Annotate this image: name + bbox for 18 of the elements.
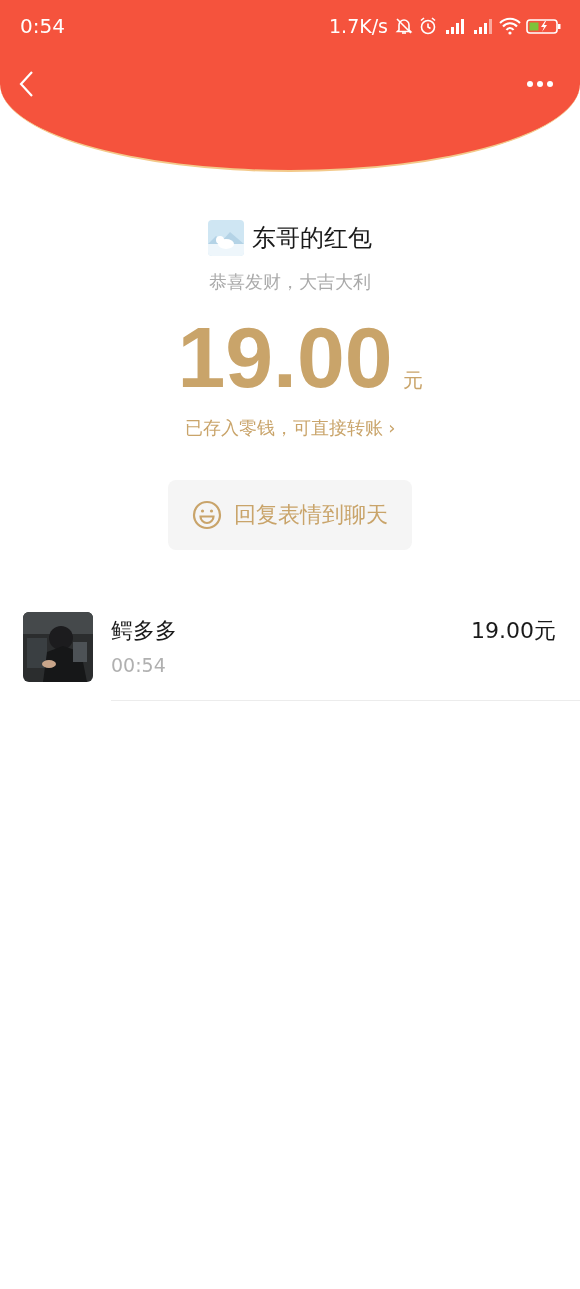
received-amount: 19.00元 <box>471 617 556 645</box>
receiver-name: 鳄多多 <box>111 617 177 645</box>
network-speed: 1.7K/s <box>329 15 388 37</box>
reply-sticker-button[interactable]: 回复表情到聊天 <box>168 480 412 550</box>
smiley-icon <box>192 500 222 530</box>
status-time: 0:54 <box>20 14 65 38</box>
bell-muted-icon <box>394 16 414 36</box>
packet-title: 东哥的红包 <box>252 223 372 254</box>
battery-charging-icon <box>526 16 562 36</box>
wifi-icon <box>498 16 522 36</box>
received-time: 00:54 <box>111 654 167 676</box>
blessing-text: 恭喜发财，大吉大利 <box>208 270 372 294</box>
amount-unit: 元 <box>402 367 423 394</box>
more-icon[interactable] <box>526 80 554 88</box>
back-icon[interactable] <box>18 70 34 98</box>
amount-value: 19.00 <box>177 314 393 400</box>
alarm-icon <box>418 16 438 36</box>
change-link[interactable]: 已存入零钱，可直接转账 › <box>0 416 580 440</box>
